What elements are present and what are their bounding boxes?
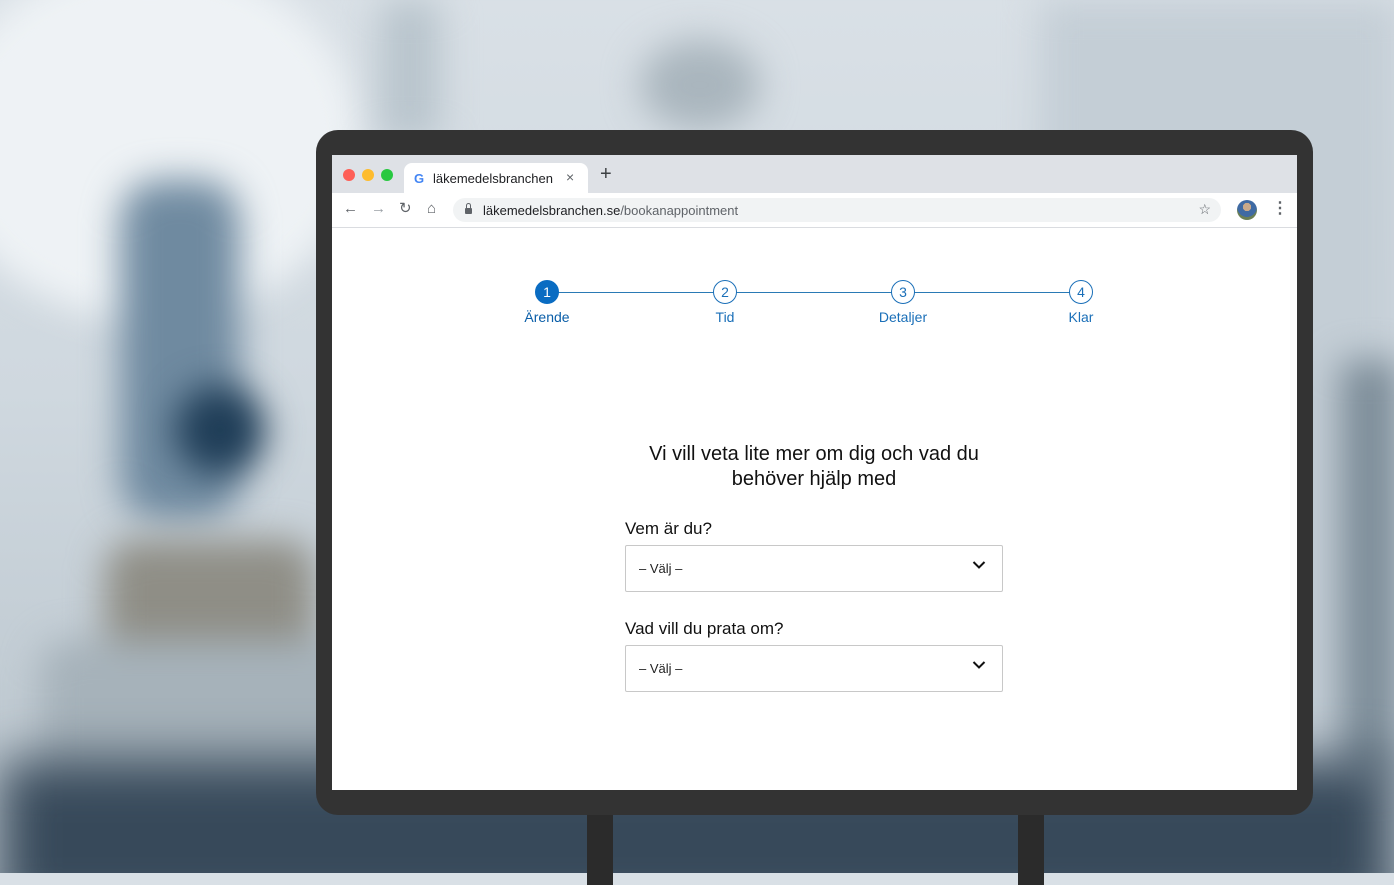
url-text: läkemedelsbranchen.se/bookanappointment <box>483 203 738 218</box>
step-detaljer[interactable]: 3 Detaljer <box>843 280 963 325</box>
step-number: 4 <box>1069 280 1093 304</box>
step-label: Ärende <box>524 309 570 325</box>
address-bar[interactable]: läkemedelsbranchen.se/bookanappointment … <box>453 198 1221 222</box>
monitor-stand-leg-right <box>1018 805 1044 885</box>
url-path: /bookanappointment <box>620 203 739 218</box>
page-title-line-1: Vi vill veta lite mer om dig och vad du <box>649 443 979 465</box>
forward-icon[interactable]: → <box>371 199 386 219</box>
browser-toolbar: ← → ↻ ⌂ läkemedelsbranchen.se/bookanappo… <box>332 193 1297 228</box>
step-number: 1 <box>535 280 559 304</box>
step-label: Detaljer <box>878 309 928 325</box>
page-title: Vi vill veta lite mer om dig och vad du … <box>614 442 1014 492</box>
topic-select[interactable]: – Välj – <box>625 645 1003 692</box>
tab-title: läkemedelsbranchen <box>433 171 553 186</box>
home-icon[interactable]: ⌂ <box>427 199 436 219</box>
step-arende[interactable]: 1 Ärende <box>487 280 607 325</box>
menu-icon[interactable]: ⋮ <box>1272 199 1288 219</box>
browser-tab[interactable]: G läkemedelsbranchen × <box>404 163 588 193</box>
monitor-stand-leg-left <box>587 805 613 885</box>
step-label: Tid <box>715 309 735 325</box>
close-window-button[interactable] <box>343 169 355 181</box>
tab-bar: G läkemedelsbranchen × + <box>332 155 1297 193</box>
google-g-icon: G <box>414 171 425 186</box>
maximize-window-button[interactable] <box>381 169 393 181</box>
star-icon[interactable]: ☆ <box>1198 201 1211 218</box>
chevron-down-icon <box>972 661 986 669</box>
booking-page: 1 Ärende 2 Tid 3 Detaljer 4 Klar Vi vill… <box>332 228 1297 790</box>
select-value: – Välj – <box>639 661 683 676</box>
lock-icon <box>465 203 472 214</box>
chevron-down-icon <box>972 561 986 569</box>
back-icon[interactable]: ← <box>343 199 358 219</box>
new-tab-button[interactable]: + <box>600 164 612 184</box>
minimize-window-button[interactable] <box>362 169 374 181</box>
url-domain: läkemedelsbranchen.se <box>483 203 621 218</box>
who-are-you-label: Vem är du? <box>625 519 712 538</box>
step-label: Klar <box>1068 309 1094 325</box>
step-tid[interactable]: 2 Tid <box>665 280 785 325</box>
monitor: G läkemedelsbranchen × + ← → ↻ ⌂ läkemed… <box>316 130 1313 815</box>
who-are-you-select[interactable]: – Välj – <box>625 545 1003 592</box>
stepper-line <box>557 292 1082 293</box>
step-number: 2 <box>713 280 737 304</box>
select-value: – Välj – <box>639 561 683 576</box>
step-klar[interactable]: 4 Klar <box>1021 280 1141 325</box>
step-number: 3 <box>891 280 915 304</box>
page-title-line-2: behöver hjälp med <box>731 468 897 490</box>
tab-close-icon[interactable]: × <box>566 169 574 185</box>
avatar[interactable] <box>1237 200 1257 220</box>
topic-label: Vad vill du prata om? <box>625 619 784 638</box>
reload-icon[interactable]: ↻ <box>399 199 412 219</box>
browser-window: G läkemedelsbranchen × + ← → ↻ ⌂ läkemed… <box>332 155 1297 790</box>
